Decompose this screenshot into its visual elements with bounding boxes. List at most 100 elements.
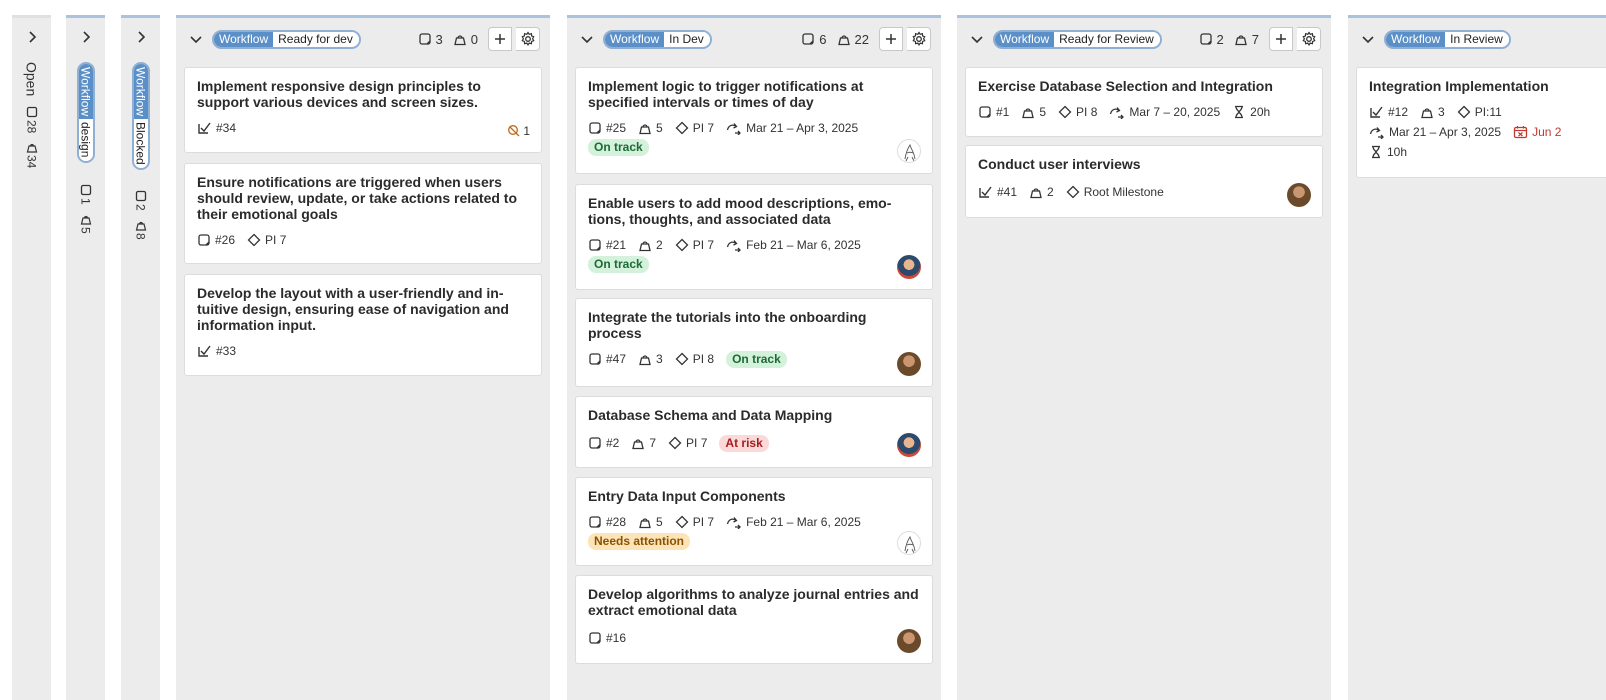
issue-card[interactable]: Integration Implementation #12 3 PI:11 M… xyxy=(1356,67,1606,178)
milestone-icon xyxy=(1457,105,1471,119)
iteration-dates[interactable]: Mar 7 – 20, 2025 xyxy=(1129,103,1220,121)
story-points: 5 xyxy=(656,121,663,135)
issue-title[interactable]: Develop algorithms to analyze journal en… xyxy=(588,586,920,618)
workflow-badge: Workflow Ready for dev xyxy=(212,29,361,49)
chevron-right-icon[interactable] xyxy=(134,30,148,44)
milestone[interactable]: Root Milestone xyxy=(1084,183,1164,201)
issue-title[interactable]: Exercise Database Selection and Integrat… xyxy=(978,78,1310,94)
issue-title[interactable]: Ensure notifications are triggered when … xyxy=(197,174,529,222)
iteration-icon xyxy=(1369,127,1384,139)
assignee-avatar[interactable] xyxy=(897,629,921,653)
iteration-dates[interactable]: Feb 21 – Mar 6, 2025 xyxy=(746,236,861,254)
issue-id[interactable]: #2 xyxy=(606,434,619,452)
iteration-dates[interactable]: Mar 21 – Apr 3, 2025 xyxy=(746,119,858,137)
milestone[interactable]: PI:11 xyxy=(1475,103,1502,121)
iteration-dates[interactable]: Mar 21 – Apr 3, 2025 xyxy=(1389,123,1501,141)
due-date[interactable]: Jun 2 xyxy=(1532,123,1561,141)
issue-card[interactable]: Implement logic to trigger notifications… xyxy=(575,67,933,174)
issue-title[interactable]: Database Schema and Data Mapping xyxy=(588,407,920,423)
assignee-avatar[interactable] xyxy=(897,139,921,163)
issue-id[interactable]: #26 xyxy=(215,231,235,249)
calendar-overdue-icon xyxy=(1513,126,1528,139)
assignee-avatar[interactable] xyxy=(897,531,921,555)
column-design-collapsed[interactable]: Workflow design 1 5 xyxy=(66,15,105,700)
add-issue-button[interactable] xyxy=(488,27,512,51)
column-settings-button[interactable] xyxy=(907,27,931,51)
column-stats: 3 0 xyxy=(418,27,540,51)
milestone[interactable]: PI 7 xyxy=(686,434,707,452)
assignee-avatar[interactable] xyxy=(897,433,921,457)
issue-card[interactable]: Implement responsive design principles t… xyxy=(184,67,542,153)
column-open-collapsed[interactable]: Open 28 34 xyxy=(12,15,51,700)
issue-card[interactable]: Exercise Database Selection and Integrat… xyxy=(965,67,1323,137)
iteration-dates[interactable]: Feb 21 – Mar 6, 2025 xyxy=(746,513,861,531)
column-settings-button[interactable] xyxy=(1297,27,1321,51)
issue-card[interactable]: Database Schema and Data Mapping #2 7 PI… xyxy=(575,396,933,468)
issue-title[interactable]: Develop the layout with a user-friendly … xyxy=(197,285,529,333)
sketch-avatar-icon xyxy=(904,535,916,554)
issue-card[interactable]: Enable users to add mood descriptions, e… xyxy=(575,184,933,290)
chevron-right-icon[interactable] xyxy=(79,30,93,44)
issue-id[interactable]: #25 xyxy=(606,119,626,137)
column-blocked-collapsed[interactable]: Workflow Blocked 2 8 xyxy=(121,15,160,700)
issue-id[interactable]: #41 xyxy=(997,183,1017,201)
column-header: Workflow Ready for Review 2 7 xyxy=(957,24,1331,54)
milestone-icon xyxy=(675,352,689,366)
issue-id[interactable]: #33 xyxy=(216,342,236,360)
workflow-badge: Workflow In Dev xyxy=(603,29,712,49)
chevron-down-icon[interactable] xyxy=(188,31,204,47)
issue-id[interactable]: #1 xyxy=(996,103,1009,121)
chevron-right-icon[interactable] xyxy=(25,30,39,44)
milestone-icon xyxy=(675,515,689,529)
issue-id[interactable]: #16 xyxy=(606,629,626,647)
issue-icon xyxy=(802,33,814,45)
plus-icon xyxy=(495,34,505,44)
assignee-avatar[interactable] xyxy=(1287,183,1311,207)
add-issue-button[interactable] xyxy=(879,27,903,51)
issue-id[interactable]: #47 xyxy=(606,350,626,368)
assignee-avatar[interactable] xyxy=(897,352,921,376)
issue-card[interactable]: Entry Data Input Components #28 5 PI 7 F… xyxy=(575,477,933,566)
chevron-down-icon[interactable] xyxy=(969,31,985,47)
issue-card[interactable]: Conduct user interviews #41 2 Root Miles… xyxy=(965,145,1323,218)
health-status: On track xyxy=(588,256,649,273)
point-count: 22 xyxy=(854,31,869,47)
column-settings-button[interactable] xyxy=(516,27,540,51)
issue-icon xyxy=(589,239,601,251)
point-count: 7 xyxy=(1251,31,1259,47)
issue-title[interactable]: Enable users to add mood descriptions, e… xyxy=(588,195,920,227)
milestone[interactable]: PI 7 xyxy=(693,236,714,254)
issue-id[interactable]: #34 xyxy=(216,119,236,137)
weight-icon xyxy=(26,144,37,153)
add-issue-button[interactable] xyxy=(1269,27,1293,51)
issue-title[interactable]: Conduct user interviews xyxy=(978,156,1310,172)
weight-icon xyxy=(639,518,651,529)
issue-id[interactable]: #12 xyxy=(1388,103,1408,121)
column-design-counts: 1 5 xyxy=(79,184,93,233)
chevron-down-icon[interactable] xyxy=(1360,31,1376,47)
issue-card[interactable]: Develop algorithms to analyze journal en… xyxy=(575,575,933,664)
milestone[interactable]: PI 7 xyxy=(693,119,714,137)
column-header: Workflow In Dev 6 22 xyxy=(567,24,941,54)
assignee-avatar[interactable] xyxy=(897,255,921,279)
issue-card[interactable]: Ensure notifications are triggered when … xyxy=(184,163,542,264)
milestone[interactable]: PI 8 xyxy=(693,350,714,368)
issue-title[interactable]: Implement logic to trigger notifications… xyxy=(588,78,920,110)
issue-id[interactable]: #21 xyxy=(606,236,626,254)
workflow-badge: Workflow Blocked xyxy=(131,62,150,170)
issue-icon xyxy=(1199,33,1212,45)
hourglass-icon xyxy=(1235,105,1244,119)
issue-title[interactable]: Integration Implementation xyxy=(1369,78,1606,94)
issue-card[interactable]: Develop the layout with a user-friendly … xyxy=(184,274,542,376)
issue-title[interactable]: Integrate the tutorials into the onboard… xyxy=(588,309,920,341)
chevron-down-icon[interactable] xyxy=(579,31,595,47)
milestone[interactable]: PI 7 xyxy=(265,231,286,249)
workflow-badge: Workflow In Review xyxy=(1384,29,1511,49)
point-count: 5 xyxy=(78,226,93,234)
milestone[interactable]: PI 8 xyxy=(1076,103,1097,121)
issue-card[interactable]: Integrate the tutorials into the onboard… xyxy=(575,298,933,387)
milestone[interactable]: PI 7 xyxy=(693,513,714,531)
issue-title[interactable]: Entry Data Input Components xyxy=(588,488,920,504)
issue-title[interactable]: Implement responsive design principles t… xyxy=(197,78,529,110)
issue-id[interactable]: #28 xyxy=(606,513,626,531)
